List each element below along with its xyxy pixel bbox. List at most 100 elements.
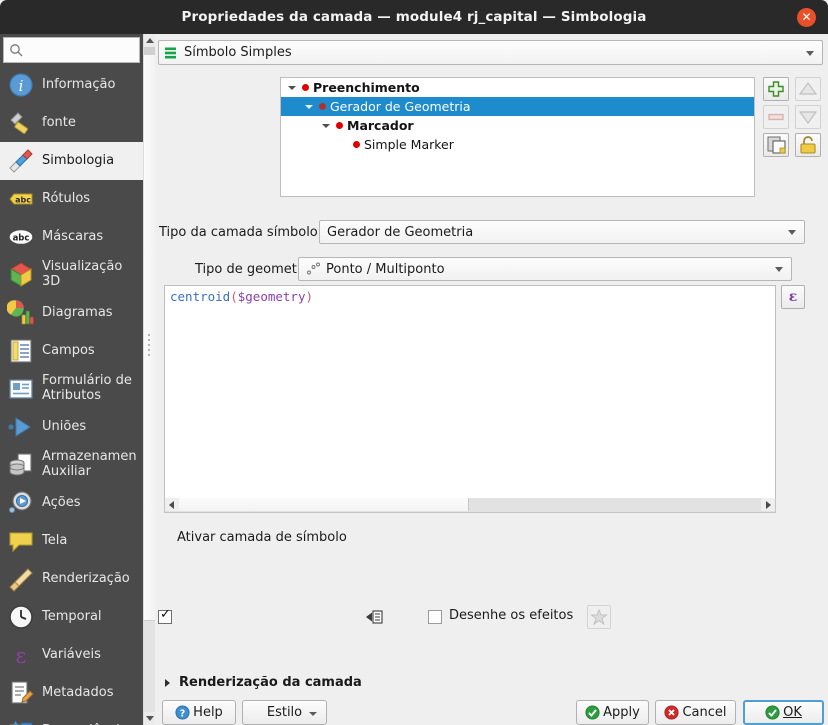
masks-abc-icon: abc <box>7 223 35 251</box>
geometry-type-combo[interactable]: Ponto / Multiponto <box>298 257 792 281</box>
cancel-button[interactable]: Cancel <box>655 700 736 725</box>
sidebar-item-acoes[interactable]: Ações <box>0 484 143 522</box>
chevron-down-icon[interactable] <box>285 78 299 97</box>
symbol-preview <box>350 135 364 154</box>
ok-button-label: OK <box>783 705 802 720</box>
sidebar-item-fonte[interactable]: fonte <box>0 104 143 142</box>
close-icon[interactable]: ✕ <box>797 8 816 27</box>
point-multipoint-icon <box>305 261 321 277</box>
sidebar-item-label: Rótulos <box>42 190 91 206</box>
chevron-down-icon[interactable] <box>319 116 333 135</box>
sidebar-item-armazenamento-auxiliar[interactable]: Armazenamen Auxiliar <box>0 446 143 484</box>
sidebar-item-label: Formulário de Atributos <box>42 373 132 403</box>
sidebar-item-tela[interactable]: Tela <box>0 522 143 560</box>
splitter-handle[interactable] <box>148 334 151 360</box>
svg-text:abc: abc <box>15 196 31 205</box>
table-row[interactable]: Preenchimento <box>281 78 754 97</box>
dependencies-arrows-icon <box>7 717 35 725</box>
symbol-layer-label: Preenchimento <box>313 80 420 95</box>
sidebar-item-visualizacao-3d[interactable]: Visualização 3D <box>0 256 143 294</box>
search-input[interactable] <box>27 38 137 62</box>
table-row[interactable]: Marcador <box>281 116 754 135</box>
scrollbar-thumb[interactable] <box>179 498 469 511</box>
layer-rendering-label: Renderização da camada <box>179 675 362 690</box>
sidebar-item-mascaras[interactable]: abc Máscaras <box>0 218 143 256</box>
help-button[interactable]: ? Help <box>162 700 236 725</box>
sidebar-list[interactable]: i Informação fonte Simbologia abc Rótulo… <box>0 66 143 725</box>
remove-symbol-layer-button[interactable] <box>763 105 789 129</box>
sidebar-item-simbologia[interactable]: Simbologia <box>0 142 143 180</box>
symbol-layer-type-label: Tipo da camada símbolo <box>159 225 318 240</box>
sidebar-item-label: Metadados <box>42 684 114 700</box>
effects-star-icon[interactable] <box>587 605 611 629</box>
enable-symbol-layer-checkbox[interactable] <box>158 607 172 624</box>
expression-epsilon-icon[interactable]: ε <box>781 285 805 309</box>
sidebar-item-renderizacao[interactable]: Renderização <box>0 560 143 598</box>
expression-token-function: centroid <box>170 289 231 304</box>
move-down-button[interactable] <box>795 105 821 129</box>
style-button-label: Estilo <box>266 705 303 720</box>
sidebar-item-label: Armazenamen Auxiliar <box>42 449 137 479</box>
ok-button[interactable]: OK <box>743 700 824 725</box>
sidebar-item-unioes[interactable]: Uniões <box>0 408 143 446</box>
single-symbol-icon <box>164 46 178 60</box>
symbol-layer-tree[interactable]: Preenchimento Gerador de Geometria Marca… <box>280 77 755 197</box>
table-row[interactable]: Gerador de Geometria <box>281 97 754 116</box>
svg-text:ε: ε <box>16 644 27 668</box>
symbol-layer-type-combo[interactable]: Gerador de Geometria <box>319 220 805 244</box>
symbol-layer-type-value: Gerador de Geometria <box>327 224 474 240</box>
style-button[interactable]: Estilo <box>242 700 327 725</box>
sidebar-item-rotulos[interactable]: abc Rótulos <box>0 180 143 218</box>
sidebar-item-label: Tela <box>42 532 68 548</box>
sidebar-item-label: Diagramas <box>42 304 113 320</box>
chevron-down-icon[interactable] <box>302 97 316 116</box>
symbology-panel: Símbolo Simples Preenchimento Gerador de… <box>155 34 828 725</box>
scroll-right-icon[interactable] <box>761 498 775 511</box>
sidebar-item-formulario-de-atributos[interactable]: Formulário de Atributos <box>0 370 143 408</box>
sidebar-item-label: Renderização <box>42 570 130 586</box>
geometry-type-label: Tipo de geometria <box>195 262 314 277</box>
expression-editor[interactable]: centroid($geometry) <box>164 285 776 505</box>
duplicate-button[interactable] <box>763 133 789 157</box>
sidebar-item-label: Uniões <box>42 418 87 434</box>
draw-effects-label: Desenhe os efeitos <box>449 608 574 623</box>
add-symbol-layer-button[interactable] <box>763 77 789 101</box>
sidebar-item-diagramas[interactable]: Diagramas <box>0 294 143 332</box>
symbol-preview <box>299 78 313 97</box>
sidebar-item-informacao[interactable]: i Informação <box>0 66 143 104</box>
draw-effects-checkbox[interactable] <box>428 610 442 624</box>
auxiliary-storage-icon <box>7 451 35 479</box>
actions-gear-icon <box>7 489 35 517</box>
sidebar-item-label: Visualização 3D <box>42 259 123 289</box>
layer-rendering-section[interactable]: Renderização da camada <box>161 675 362 690</box>
sidebar-item-temporal[interactable]: Temporal <box>0 598 143 636</box>
cancel-red-icon <box>664 705 680 720</box>
cancel-button-label: Cancel <box>682 705 727 720</box>
chevron-down-icon <box>775 267 783 272</box>
sidebar-item-dependencias[interactable]: Dependências <box>0 712 143 725</box>
expression-token-paren-open: ( <box>230 289 238 304</box>
fields-table-icon <box>7 337 35 365</box>
expression-token-variable: $geometry <box>237 289 306 304</box>
variables-epsilon-icon: ε <box>7 641 35 669</box>
apply-button[interactable]: Apply <box>576 700 649 725</box>
lock-button[interactable] <box>795 133 821 157</box>
chevron-down-icon <box>309 712 317 716</box>
move-up-button[interactable] <box>795 77 821 101</box>
expression-horizontal-scrollbar[interactable] <box>164 498 776 513</box>
sidebar-item-label: Ações <box>42 494 81 510</box>
renderer-type-value: Símbolo Simples <box>184 45 292 60</box>
sidebar-item-variaveis[interactable]: ε Variáveis <box>0 636 143 674</box>
help-button-label: Help <box>193 705 223 720</box>
data-defined-override-icon[interactable] <box>363 606 385 628</box>
search-box[interactable] <box>3 37 140 63</box>
sidebar-item-metadados[interactable]: Metadados <box>0 674 143 712</box>
renderer-type-combo[interactable]: Símbolo Simples <box>158 40 823 65</box>
sidebar-item-label: Informação <box>42 76 116 92</box>
info-icon: i <box>7 71 35 99</box>
table-row[interactable]: Simple Marker <box>281 135 754 154</box>
scroll-left-icon[interactable] <box>165 498 179 511</box>
sidebar-scrollbar[interactable] <box>143 34 156 725</box>
sidebar-item-label: Temporal <box>42 608 102 624</box>
sidebar-item-campos[interactable]: Campos <box>0 332 143 370</box>
